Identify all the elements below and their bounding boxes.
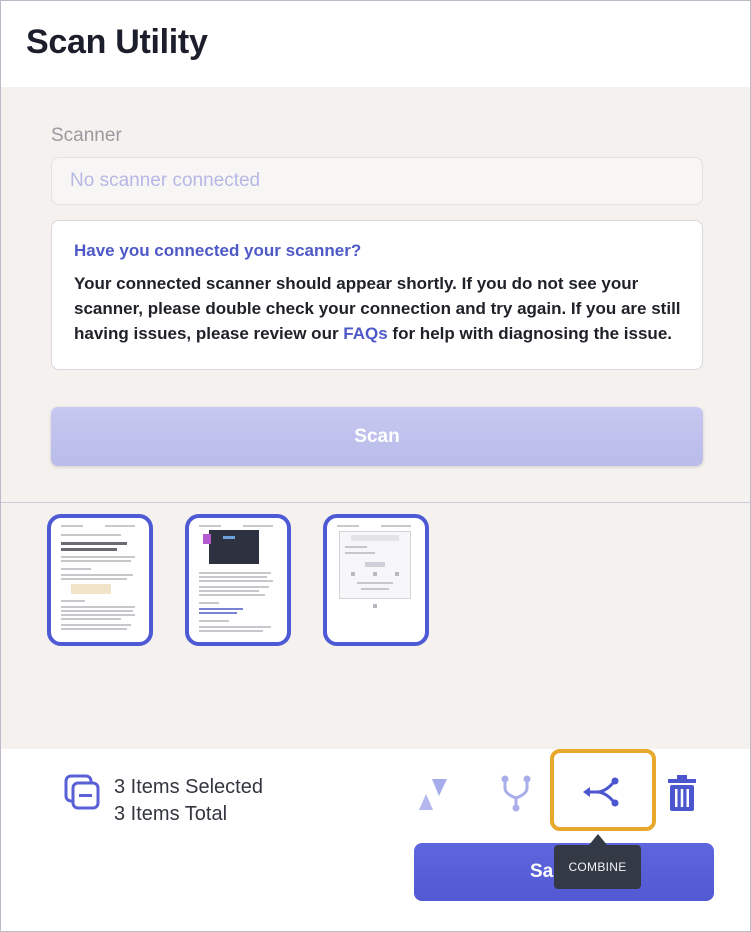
scan-button[interactable]: Scan: [51, 407, 703, 466]
divider: [1, 502, 750, 503]
app-title: Scan Utility: [26, 23, 208, 61]
combine-icon: [583, 777, 619, 807]
page-preview: [193, 522, 283, 638]
trash-icon[interactable]: [667, 774, 697, 817]
scanner-panel: Scanner No scanner connected Have you co…: [1, 87, 750, 749]
tooltip-arrow: [589, 834, 607, 845]
scanned-page-thumbnail[interactable]: [185, 514, 291, 646]
scanned-page-thumbnail[interactable]: [47, 514, 153, 646]
split-icon[interactable]: [500, 774, 532, 817]
title-bar: Scan Utility: [1, 1, 750, 87]
bottom-toolbar: 3 Items Selected 3 Items Total Sa COMBIN…: [1, 749, 750, 931]
page-preview: [331, 522, 421, 638]
select-all-icon[interactable]: [64, 774, 102, 817]
selection-counts: 3 Items Selected 3 Items Total: [114, 774, 263, 828]
combine-tooltip: COMBINE: [554, 845, 641, 889]
items-selected-text: 3 Items Selected: [114, 776, 263, 798]
combine-button[interactable]: [550, 749, 656, 831]
items-total-text: 3 Items Total: [114, 803, 228, 825]
scan-utility-window: Scan Utility Scanner No scanner connecte…: [0, 0, 751, 932]
scanner-select[interactable]: No scanner connected: [51, 157, 703, 205]
help-body: Your connected scanner should appear sho…: [74, 271, 689, 346]
help-text-after: for help with diagnosing the issue.: [387, 324, 672, 343]
page-preview: [55, 522, 145, 638]
scanned-page-thumbnail[interactable]: [323, 514, 429, 646]
help-heading: Have you connected your scanner?: [74, 241, 362, 260]
scanner-select-value: No scanner connected: [70, 170, 261, 191]
scanner-help-box: Have you connected your scanner? Your co…: [51, 220, 703, 370]
faqs-link[interactable]: FAQs: [343, 324, 387, 343]
sort-icon[interactable]: [416, 774, 450, 817]
scanner-label: Scanner: [51, 125, 122, 146]
